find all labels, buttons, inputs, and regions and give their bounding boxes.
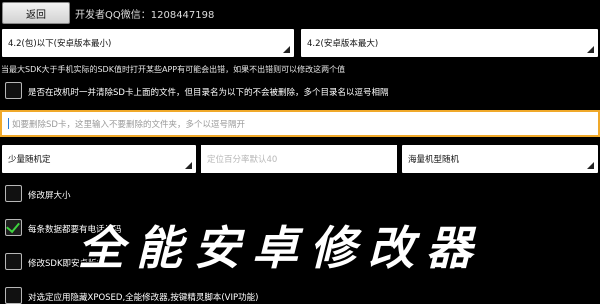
option-checkbox-sdk-version[interactable] bbox=[5, 253, 22, 270]
developer-contact: 开发者QQ微信：1208447198 bbox=[75, 10, 215, 21]
keep-folders-input[interactable]: 如要删除SD卡，这里输入不要删除的文件夹，多个以逗号隔开 bbox=[0, 110, 600, 137]
dropdown-arrow-icon bbox=[587, 162, 594, 169]
max-sdk-select[interactable]: 4.2(安卓版本最大) bbox=[301, 29, 598, 57]
location-random-value: 少量随机定 bbox=[8, 155, 51, 165]
dropdown-arrow-icon bbox=[587, 46, 594, 53]
dropdown-arrow-icon bbox=[185, 162, 192, 169]
back-button[interactable]: 返回 bbox=[2, 2, 70, 24]
location-random-select[interactable]: 少量随机定 bbox=[2, 145, 196, 173]
model-random-value: 海量机型随机 bbox=[408, 155, 460, 165]
max-sdk-value: 4.2(安卓版本最大) bbox=[307, 39, 379, 49]
keep-folders-placeholder: 如要删除SD卡，这里输入不要删除的文件夹，多个以逗号隔开 bbox=[12, 119, 245, 130]
location-percent-input[interactable]: 定位百分率默认40 bbox=[201, 145, 397, 173]
sdk-hint-text: 当最大SDK大于手机实际的SDK值时打开某些APP有可能会出错，如果不出错则可以… bbox=[1, 65, 346, 74]
min-sdk-value: 4.2(包)以下(安卓版本最小) bbox=[8, 39, 112, 49]
watermark-title: 全能安卓修改器 bbox=[78, 221, 484, 275]
sd-clean-label: 是否在改机时一并清除SD卡上面的文件，但目录名为以下的不会被删除，多个目录名以逗… bbox=[28, 88, 389, 98]
min-sdk-select[interactable]: 4.2(包)以下(安卓版本最小) bbox=[2, 29, 294, 57]
check-mark-icon bbox=[6, 218, 20, 234]
text-cursor bbox=[8, 118, 9, 129]
dropdown-arrow-icon bbox=[283, 46, 290, 53]
sd-clean-checkbox[interactable] bbox=[5, 82, 22, 99]
option-checkbox-hide-xposed[interactable] bbox=[5, 287, 22, 304]
location-percent-placeholder: 定位百分率默认40 bbox=[207, 155, 278, 165]
option-label-hide-xposed: 对选定应用隐藏XPOSED,全能修改器,按键精灵脚本(VIP功能) bbox=[28, 293, 259, 303]
option-checkbox-phone-number[interactable] bbox=[5, 218, 22, 236]
model-random-select[interactable]: 海量机型随机 bbox=[402, 145, 598, 173]
option-checkbox-screen-size[interactable] bbox=[5, 185, 22, 202]
option-label-screen-size: 修改屏大小 bbox=[28, 191, 71, 201]
